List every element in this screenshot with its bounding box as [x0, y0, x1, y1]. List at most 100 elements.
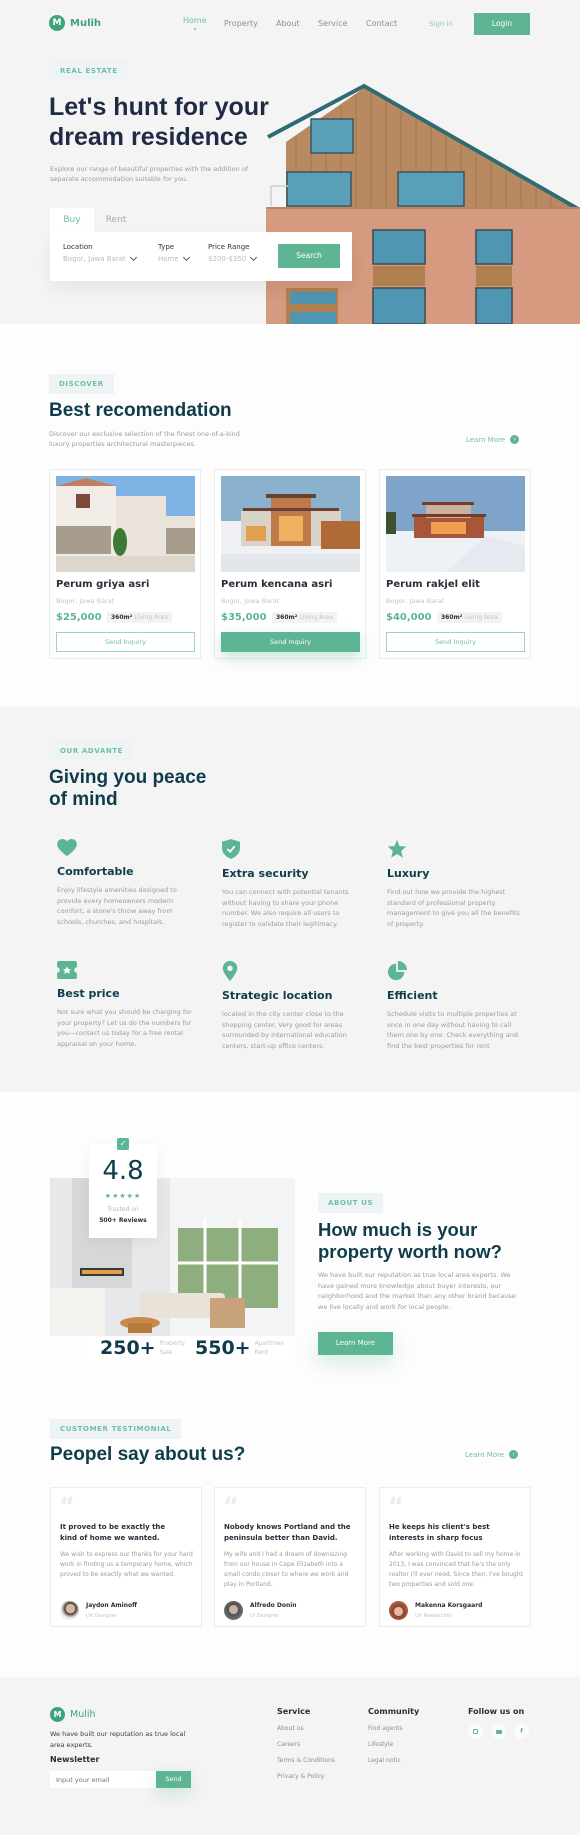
discover-tag: DISCOVER — [49, 374, 114, 394]
nav-link-service[interactable]: Service — [318, 19, 348, 28]
author-name: Makenna Korsgaard — [415, 1602, 483, 1609]
nav-link-home[interactable]: Home — [183, 16, 207, 30]
tab-rent[interactable]: Rent — [94, 208, 138, 232]
advantage-item: Strategic location located in the city c… — [222, 961, 362, 1051]
youtube-icon[interactable] — [491, 1724, 506, 1739]
property-card[interactable]: Perum griya asri Bogor, Jawa Barat $25,0… — [49, 469, 201, 659]
about-tag: ABOUT US — [318, 1193, 384, 1213]
area-label: Living Area — [134, 614, 168, 621]
rating-card: ✓ 4.8 ★★★★★ Trusted on 500+ Reviews — [89, 1138, 157, 1238]
newsletter-send-button[interactable]: Send — [156, 1771, 191, 1788]
advantage-item: Best price Not sure what you should be c… — [57, 961, 197, 1049]
hero-title-line2: dream residence — [49, 123, 248, 151]
author-name: Jaydon Aminoff — [86, 1602, 137, 1609]
newsletter-email-input[interactable] — [50, 1771, 156, 1788]
footer-link[interactable]: Careers — [277, 1741, 335, 1748]
advantages-section: OUR ADVANTE Giving you peace of mind Com… — [0, 707, 580, 1092]
send-inquiry-button[interactable]: Send Inquiry — [221, 632, 360, 652]
price-range-label: Price Range — [208, 243, 250, 251]
stat-property-sale: 250+ Property Sale — [100, 1337, 185, 1359]
brand-logo[interactable]: M Mulih — [49, 15, 101, 31]
property-location: Bogor, Jawa Barat — [386, 597, 445, 605]
footer-link[interactable]: Privacy & Policy — [277, 1773, 335, 1780]
location-pin-icon — [222, 961, 238, 981]
stat-apartment-rent: 550+ Apartmen Rent — [195, 1337, 284, 1359]
testimonial-headline: Nobody knows Portland and the peninsula … — [224, 1523, 351, 1542]
star-icon: ★ — [119, 1192, 127, 1200]
about-learn-more-button[interactable]: Learn More — [318, 1332, 393, 1355]
testimonial-card: “ It proved to be exactly the kind of ho… — [50, 1487, 202, 1627]
footer-brand[interactable]: M Mulih — [50, 1707, 96, 1722]
advantage-item: Extra security You can connect with pote… — [222, 839, 362, 929]
property-card[interactable]: Perum rakjel elit Bogor, Jawa Barat $40,… — [379, 469, 531, 659]
testimonial-learn-more-link[interactable]: Learn More › — [465, 1450, 519, 1459]
nav-link-label: Home — [183, 16, 207, 25]
about-text: We have built our reputation as true loc… — [318, 1271, 516, 1311]
advantage-title: Luxury — [387, 867, 430, 880]
author-role: UX Researcher — [415, 1613, 452, 1619]
property-location: Bogor, Jawa Barat — [221, 597, 280, 605]
interior-image — [50, 1178, 295, 1336]
community-column: Community Find agents Lifestyle Legal no… — [368, 1707, 419, 1764]
nav-link-contact[interactable]: Contact — [366, 19, 397, 28]
price-range-field[interactable]: Price Range $200-$350 — [208, 243, 258, 263]
advantages-title: Giving you peace of mind — [49, 767, 206, 811]
hero-section: REAL ESTATE Let's hunt for your dream re… — [0, 48, 580, 324]
pie-chart-icon — [387, 961, 407, 981]
about-title: How much is your property worth now? — [318, 1219, 502, 1263]
hero-title: Let's hunt for your dream residence — [49, 92, 269, 152]
facebook-icon[interactable]: f — [514, 1724, 529, 1739]
footer-link[interactable]: About us — [277, 1725, 335, 1732]
area-value: 360m² — [276, 614, 298, 621]
arrow-circle-icon: › — [510, 435, 520, 444]
advantage-text: Not sure what you should be charging for… — [57, 1008, 192, 1048]
footer-link[interactable]: Lifestyle — [368, 1741, 419, 1748]
area-value: 360m² — [111, 614, 133, 621]
area-label: Living Area — [299, 614, 333, 621]
logo-icon: M — [50, 1707, 65, 1722]
property-area-badge: 360m² Living Area — [437, 612, 502, 623]
advantage-text: You can connect with potential tenants w… — [222, 888, 349, 928]
search-button[interactable]: Search — [278, 244, 340, 268]
location-field[interactable]: Location Bogor, Jawa Barat — [63, 243, 137, 263]
advantage-title: Comfortable — [57, 865, 134, 878]
follow-title: Follow us on — [468, 1707, 525, 1716]
type-field[interactable]: Type Home — [158, 243, 190, 263]
ticket-icon — [57, 961, 77, 979]
stat-label: Sale — [159, 1349, 173, 1356]
stat-label: Apartmen — [254, 1340, 285, 1347]
footer-link[interactable]: Find agents — [368, 1725, 419, 1732]
property-image — [221, 476, 360, 572]
property-name: Perum kencana asri — [221, 579, 333, 590]
property-image — [386, 476, 525, 572]
tab-buy[interactable]: Buy — [50, 208, 94, 232]
footer-link[interactable]: Terms & Conditions — [277, 1757, 335, 1764]
stat-label: Rent — [254, 1349, 269, 1356]
location-value: Bogor, Jawa Barat — [63, 255, 126, 263]
login-button[interactable]: Login — [474, 13, 530, 35]
star-icon: ★ — [133, 1192, 142, 1200]
sign-in-link[interactable]: Sign in — [429, 20, 453, 28]
learn-more-link[interactable]: Learn More › — [466, 435, 520, 444]
nav-link-about[interactable]: About — [276, 19, 300, 28]
type-label: Type — [158, 243, 175, 251]
hero-title-line1: Let's hunt for your — [49, 93, 269, 121]
instagram-icon[interactable] — [468, 1724, 483, 1739]
type-value: Home — [158, 255, 179, 263]
quote-icon: “ — [388, 1492, 404, 1520]
nav-link-property[interactable]: Property — [224, 19, 258, 28]
advantage-item: Comfortable Enjoy lifestyle amenities de… — [57, 839, 192, 927]
area-value: 360m² — [441, 614, 463, 621]
shield-check-icon — [222, 839, 240, 859]
footer-link[interactable]: Legal notic — [368, 1757, 419, 1764]
testimonial-text: After working with David to sell my home… — [389, 1551, 523, 1588]
stat-value: 250+ — [100, 1337, 156, 1359]
advantage-text: Find out how we provide the highest stan… — [387, 888, 520, 928]
active-dot — [193, 28, 196, 30]
advantage-text: Enjoy lifestyle amenities designed to pr… — [57, 886, 177, 926]
testimonial-card: “ Nobody knows Portland and the peninsul… — [214, 1487, 366, 1627]
property-card[interactable]: Perum kencana asri Bogor, Jawa Barat $35… — [214, 469, 366, 659]
search-tabs: Buy Rent — [50, 208, 138, 232]
send-inquiry-button[interactable]: Send Inquiry — [386, 632, 525, 652]
send-inquiry-button[interactable]: Send Inquiry — [56, 632, 195, 652]
